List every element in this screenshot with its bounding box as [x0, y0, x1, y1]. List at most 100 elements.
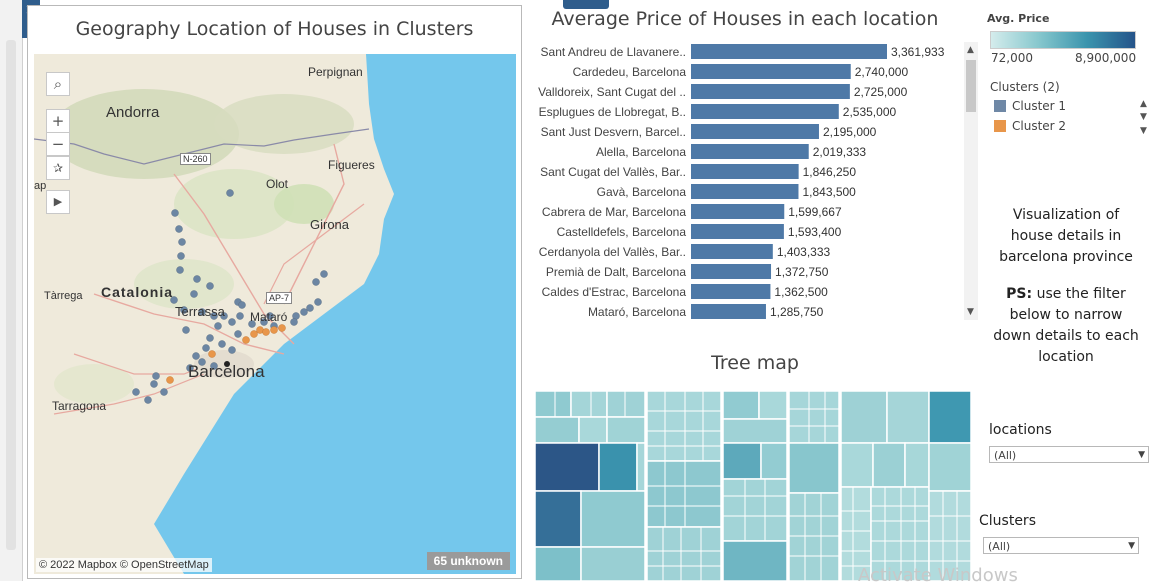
bar-value-label: 1,599,667 [788, 205, 842, 219]
play-icon: ▶ [53, 195, 63, 208]
bar[interactable] [691, 244, 773, 259]
bar[interactable] [691, 64, 851, 79]
map-label-barcelona: Barcelona [188, 362, 265, 381]
bar-value-label: 1,846,250 [803, 165, 857, 179]
reset-pin-button[interactable]: ✰ [46, 156, 70, 180]
tree-map-title: Tree map [711, 352, 799, 374]
map-label-terrassa: Terrassa [175, 304, 225, 319]
locations-filter-select[interactable]: (All) ▼ [989, 446, 1149, 463]
bar-category-label: Sant Cugat del Vallès, Bar.. [540, 165, 686, 179]
bar[interactable] [691, 224, 784, 239]
bar-value-label: 2,535,000 [843, 105, 897, 119]
bar[interactable] [691, 124, 819, 139]
plus-icon: + [51, 112, 65, 130]
map-label-tarragona: Tarragona [52, 399, 107, 413]
scroll-down-icon[interactable]: ▼ [967, 307, 974, 317]
bar[interactable] [691, 104, 839, 119]
bar-category-label: Alella, Barcelona [596, 145, 686, 159]
bar[interactable] [691, 204, 785, 219]
bar-value-label: 2,740,000 [855, 65, 909, 79]
map-label-girona: Girona [310, 217, 350, 232]
unknown-count-badge[interactable]: 65 unknown [426, 552, 510, 570]
bar-value-label: 1,362,500 [774, 285, 828, 299]
bar-category-label: Esplugues de Llobregat, B.. [539, 105, 686, 119]
description-text: Visualization of house details in barcel… [990, 205, 1142, 368]
bar-category-label: Caldes d'Estrac, Barcelona [542, 285, 687, 299]
map-label-perpignan: Perpignan [308, 65, 363, 79]
bar-category-label: Premià de Dalt, Barcelona [546, 265, 686, 279]
bar[interactable] [691, 44, 887, 59]
bar-category-label: Cardedeu, Barcelona [573, 65, 687, 79]
bar[interactable] [691, 284, 771, 299]
search-icon: ⌕ [53, 75, 63, 93]
bar-value-label: 3,361,933 [891, 45, 945, 59]
bar-category-label: Mataró, Barcelona [588, 305, 686, 319]
price-legend-max: 8,900,000 [1075, 51, 1137, 65]
clusters-filter-value: (All) [988, 540, 1011, 553]
bar-category-label: Cerdanyola del Vallès, Bar.. [539, 245, 686, 259]
map-label-olot: Olot [266, 177, 289, 191]
description-ps-prefix: PS: [1006, 286, 1033, 302]
bar[interactable] [691, 264, 772, 279]
map-label-catalonia: Catalonia [101, 284, 174, 300]
zoom-out-button[interactable]: − [46, 132, 70, 156]
bar-chart[interactable]: Sant Andreu de Llavanere.. 3,361,933 Carde… [528, 42, 958, 324]
expand-toolbar-button[interactable]: ▶ [46, 190, 70, 214]
clusters-filter-title: Clusters [979, 513, 1036, 529]
scroll-up-icon[interactable]: ▲ [967, 45, 974, 55]
bar-value-label: 2,019,333 [813, 145, 867, 159]
legend-scroll-down-icon[interactable]: ▼ [1140, 126, 1147, 136]
bar-chart-scroll-thumb[interactable] [966, 60, 976, 112]
bar-category-label: Castelldefels, Barcelona [557, 225, 687, 239]
bar-chart-title: Average Price of Houses in each location [551, 8, 939, 30]
legend-scroll-up-icon[interactable]: ▲ [1140, 99, 1147, 109]
map-label-figueres: Figueres [328, 158, 375, 172]
map-title: Geography Location of Houses in Clusters [75, 18, 474, 40]
clusters-filter-select[interactable]: (All) ▼ [983, 537, 1139, 554]
left-scrollbar[interactable] [6, 40, 16, 550]
bar-value-label: 1,843,500 [802, 185, 856, 199]
bar-value-label: 1,285,750 [770, 305, 824, 319]
description-ps: PS: use the filter below to narrow down … [990, 284, 1142, 368]
map-panel: Geography Location of Houses in Clusters [27, 5, 522, 579]
zoom-in-button[interactable]: + [46, 109, 70, 133]
map-label-cut: ap [34, 180, 47, 192]
map-label-n260: N-260 [180, 153, 211, 165]
bar-value-label: 1,593,400 [788, 225, 842, 239]
bar[interactable] [691, 184, 799, 199]
tree-map[interactable] [535, 391, 973, 581]
bar-category-label: Gavà, Barcelona [597, 185, 687, 199]
map-search-button[interactable]: ⌕ [46, 72, 70, 96]
price-legend-gradient [990, 31, 1136, 49]
chevron-down-icon: ▼ [1138, 450, 1145, 460]
cluster2-swatch[interactable] [994, 120, 1006, 132]
cluster2-label[interactable]: Cluster 2 [1012, 119, 1066, 133]
map-area[interactable]: Perpignan Andorra N-260 Figueres Olot Gi… [34, 54, 516, 574]
cluster1-label[interactable]: Cluster 1 [1012, 99, 1066, 113]
legend-scroll-mid-icon[interactable]: ▼ [1140, 112, 1147, 122]
locations-filter-title: locations [989, 422, 1052, 438]
locations-filter-value: (All) [994, 449, 1017, 462]
activate-windows-watermark: Activate Windows [858, 565, 1018, 586]
cluster1-swatch[interactable] [994, 100, 1006, 112]
bar[interactable] [691, 144, 809, 159]
chevron-down-icon: ▼ [1128, 541, 1135, 551]
map-label-mataro: Mataró [250, 310, 288, 324]
price-legend-title: Avg. Price [987, 12, 1050, 25]
bar-category-label: Cabrera de Mar, Barcelona [542, 205, 686, 219]
bar[interactable] [691, 304, 766, 319]
bar-value-label: 2,725,000 [854, 85, 908, 99]
bar-value-label: 1,403,333 [777, 245, 831, 259]
map-label-tarrega: Tàrrega [44, 290, 83, 302]
map-attribution: © 2022 Mapbox © OpenStreetMap [36, 558, 212, 572]
clusters-legend-title: Clusters (2) [990, 80, 1060, 94]
map-label-andorra: Andorra [106, 104, 160, 121]
bar-value-label: 1,372,750 [775, 265, 829, 279]
bar[interactable] [691, 84, 850, 99]
minus-icon: − [51, 135, 65, 153]
pin-icon: ✰ [52, 161, 64, 175]
bar[interactable] [691, 164, 799, 179]
bar-category-label: Valldoreix, Sant Cugat del .. [538, 85, 686, 99]
bar-value-label: 2,195,000 [823, 125, 877, 139]
price-legend-min: 72,000 [991, 51, 1033, 65]
